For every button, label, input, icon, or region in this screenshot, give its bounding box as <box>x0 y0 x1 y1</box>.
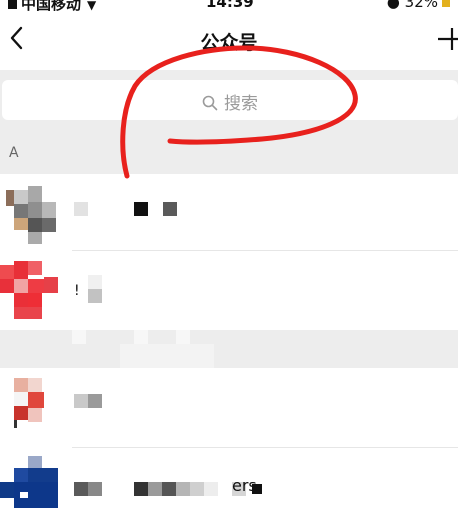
signal-icon <box>8 0 17 9</box>
plus-icon <box>438 28 458 50</box>
battery-percent: 32% <box>404 0 438 11</box>
page-title: 公众号 <box>200 32 258 54</box>
search-placeholder-wrap: 搜索 <box>2 89 458 114</box>
list-item[interactable] <box>0 174 458 251</box>
search-area: 搜索 <box>0 70 458 134</box>
carrier-label: 中国移动 <box>21 0 82 12</box>
section-letter: A <box>9 145 19 161</box>
carrier-indicator: 中国移动 ▼ <box>8 0 96 12</box>
wifi-icon: ▼ <box>87 0 97 12</box>
search-placeholder: 搜索 <box>224 94 258 114</box>
list-item[interactable] <box>0 368 458 448</box>
list-item[interactable]: ers <box>0 448 458 508</box>
navigation-bar: 公众号 <box>0 12 458 70</box>
list-item[interactable]: ! <box>0 251 458 330</box>
status-bar: 中国移动 ▼ 14:39 ● 32% <box>0 0 458 12</box>
battery-icon <box>442 0 450 7</box>
status-time: 14:39 <box>206 0 254 11</box>
contact-name-text: ! <box>74 283 80 299</box>
search-icon <box>202 95 218 111</box>
section-gap <box>0 330 458 368</box>
add-button[interactable] <box>438 26 458 52</box>
battery-indicator: ● 32% <box>387 0 450 11</box>
search-input[interactable]: 搜索 <box>2 80 458 120</box>
section-header: A <box>0 134 458 174</box>
lock-rotation-icon: ● <box>386 0 400 11</box>
